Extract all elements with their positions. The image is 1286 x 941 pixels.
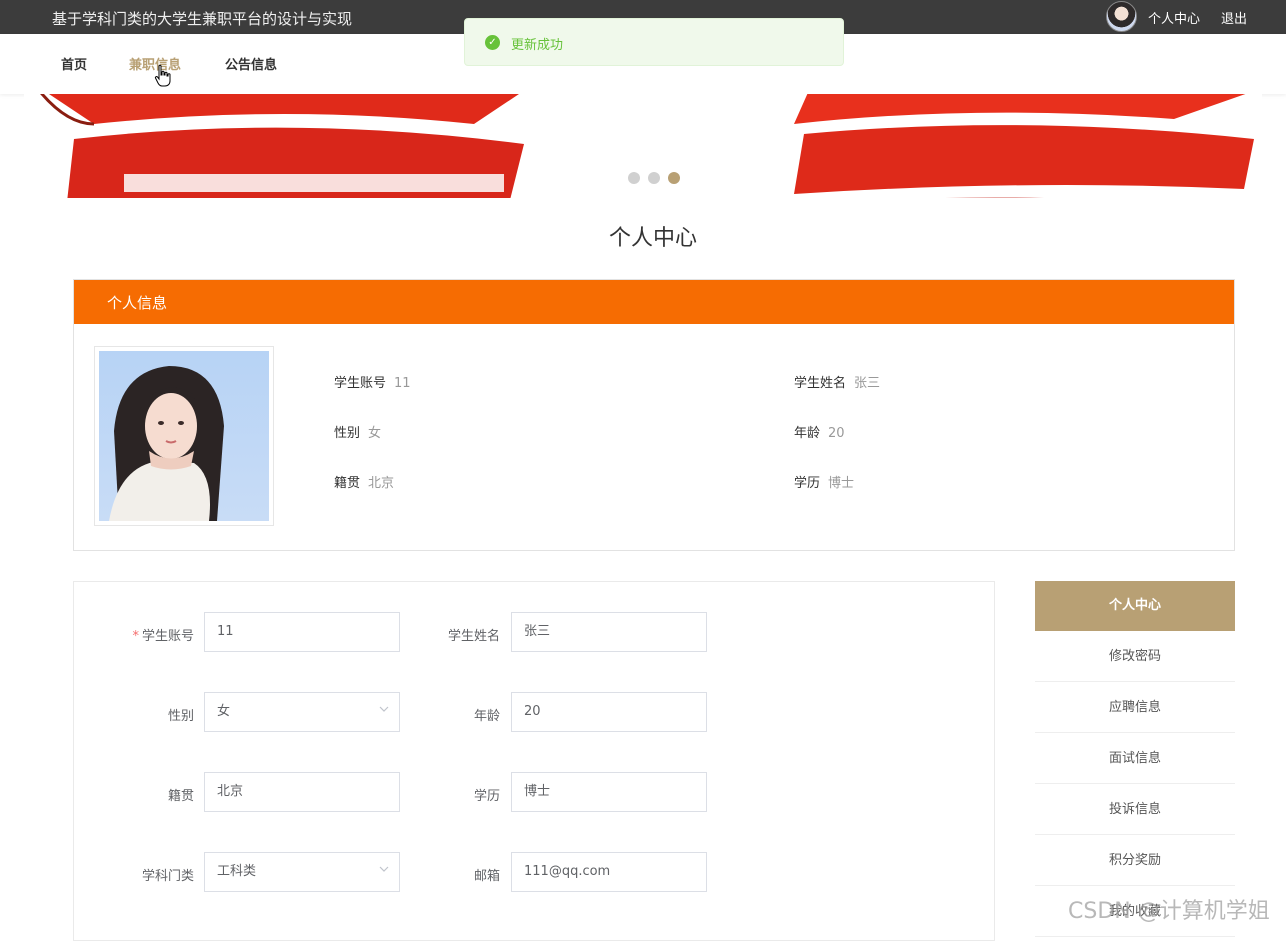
page-title: 个人中心 [608,226,697,251]
carousel-dot[interactable] [648,172,660,184]
logout-link[interactable]: 退出 [1221,8,1247,27]
info-label: 学生姓名 [794,376,847,391]
user-avatar[interactable] [1106,1,1137,32]
info-account: 学生账号 11 [334,372,411,391]
hometown-label: 籍贯 [167,789,194,804]
info-label: 年龄 [794,426,821,441]
info-value: 11 [394,376,411,391]
card-header-title: 个人信息 [107,294,168,312]
banner-image-left [40,94,524,198]
info-value: 女 [368,426,382,441]
side-item-change-password[interactable]: 修改密码 [1035,631,1235,682]
info-value: 博士 [828,476,855,491]
banner-image-right [794,94,1254,198]
personal-info-card: 个人信息 学生账号 11 学生姓名 张三 性别女 年龄 20 籍贯 北京 学历 博士 [73,279,1235,551]
education-input[interactable]: 博士 [511,772,707,812]
success-toast: ✓ 更新成功 [464,18,844,66]
profile-edit-form: * 学生账号 11 学生姓名 张三 性别 女 年龄 20 籍贯 北京 学历 博士 … [73,581,995,941]
info-value: 北京 [368,476,395,491]
info-label: 学历 [794,476,821,491]
info-label: 籍贯 [334,476,361,491]
site-title: 基于学科门类的大学生兼职平台的设计与实现 [52,10,353,28]
side-item-points[interactable]: 积分奖励 [1035,835,1235,886]
check-circle-icon: ✓ [485,35,500,50]
gender-select[interactable]: 女 [204,692,400,732]
user-center-link[interactable]: 个人中心 [1148,8,1200,27]
side-item-applications[interactable]: 应聘信息 [1035,682,1235,733]
email-label: 邮箱 [473,869,500,884]
gender-label: 性别 [167,709,194,724]
education-label: 学历 [473,789,500,804]
info-hometown: 籍贯 北京 [334,472,394,491]
info-value: 张三 [854,376,881,391]
carousel-dot-active[interactable] [668,172,680,184]
discipline-select[interactable]: 工科类 [204,852,400,892]
age-label: 年龄 [473,709,500,724]
name-input[interactable]: 张三 [511,612,707,652]
portrait-illustration [109,366,224,521]
age-input[interactable]: 20 [511,692,707,732]
profile-photo-frame [94,346,274,526]
side-item-interviews[interactable]: 面试信息 [1035,733,1235,784]
info-value: 20 [828,426,845,441]
info-label: 性别 [334,426,361,441]
discipline-label: 学科门类 [141,869,194,884]
gender-select-value: 女 [217,704,231,719]
discipline-select-value: 工科类 [217,864,257,879]
banner-carousel[interactable] [24,94,1262,198]
hometown-input[interactable]: 北京 [204,772,400,812]
side-item-complaints[interactable]: 投诉信息 [1035,784,1235,835]
side-menu: 个人中心 修改密码 应聘信息 面试信息 投诉信息 积分奖励 我的收藏 [1035,581,1235,937]
info-label: 学生账号 [334,376,387,391]
account-label: * 学生账号 [132,629,194,644]
info-name: 学生姓名 张三 [794,372,880,391]
watermark: CSDN @计算机学姐 [1068,899,1270,924]
side-item-user-center[interactable]: 个人中心 [1035,581,1235,631]
info-gender: 性别女 [334,422,381,441]
account-input[interactable]: 11 [204,612,400,652]
hand-cursor-icon [154,64,171,87]
info-age: 年龄 20 [794,422,845,441]
nav-item-home[interactable]: 首页 [61,54,87,73]
required-mark: * [132,629,139,644]
carousel-dot[interactable] [628,172,640,184]
profile-photo [99,351,269,521]
nav-item-notices[interactable]: 公告信息 [225,54,277,73]
email-input[interactable]: 111@qq.com [511,852,707,892]
name-label: 学生姓名 [447,629,500,644]
info-education: 学历 博士 [794,472,854,491]
card-header: 个人信息 [74,280,1234,324]
toast-message: 更新成功 [511,38,564,53]
